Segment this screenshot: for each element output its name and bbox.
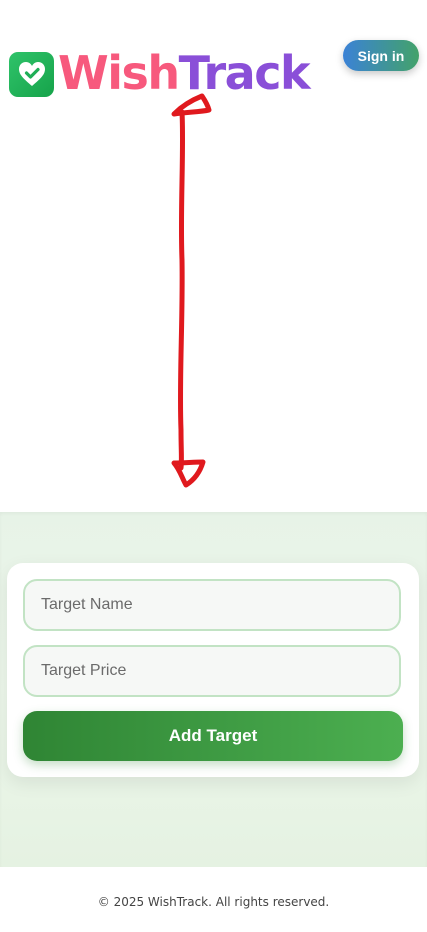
- target-name-input[interactable]: [23, 579, 401, 631]
- heart-check-icon: [9, 51, 54, 97]
- footer: © 2025 WishTrack. All rights reserved.: [0, 867, 427, 932]
- add-target-button[interactable]: Add Target: [23, 711, 403, 761]
- sign-in-button[interactable]: Sign in: [343, 40, 419, 71]
- copyright-text: © 2025 WishTrack. All rights reserved.: [97, 894, 330, 909]
- target-form-section: Add Target: [0, 512, 427, 867]
- target-form-card: Add Target: [7, 563, 419, 777]
- heart-check-glyph: [18, 62, 45, 86]
- target-price-input[interactable]: [23, 645, 401, 697]
- double-arrow-annotation: [171, 93, 212, 488]
